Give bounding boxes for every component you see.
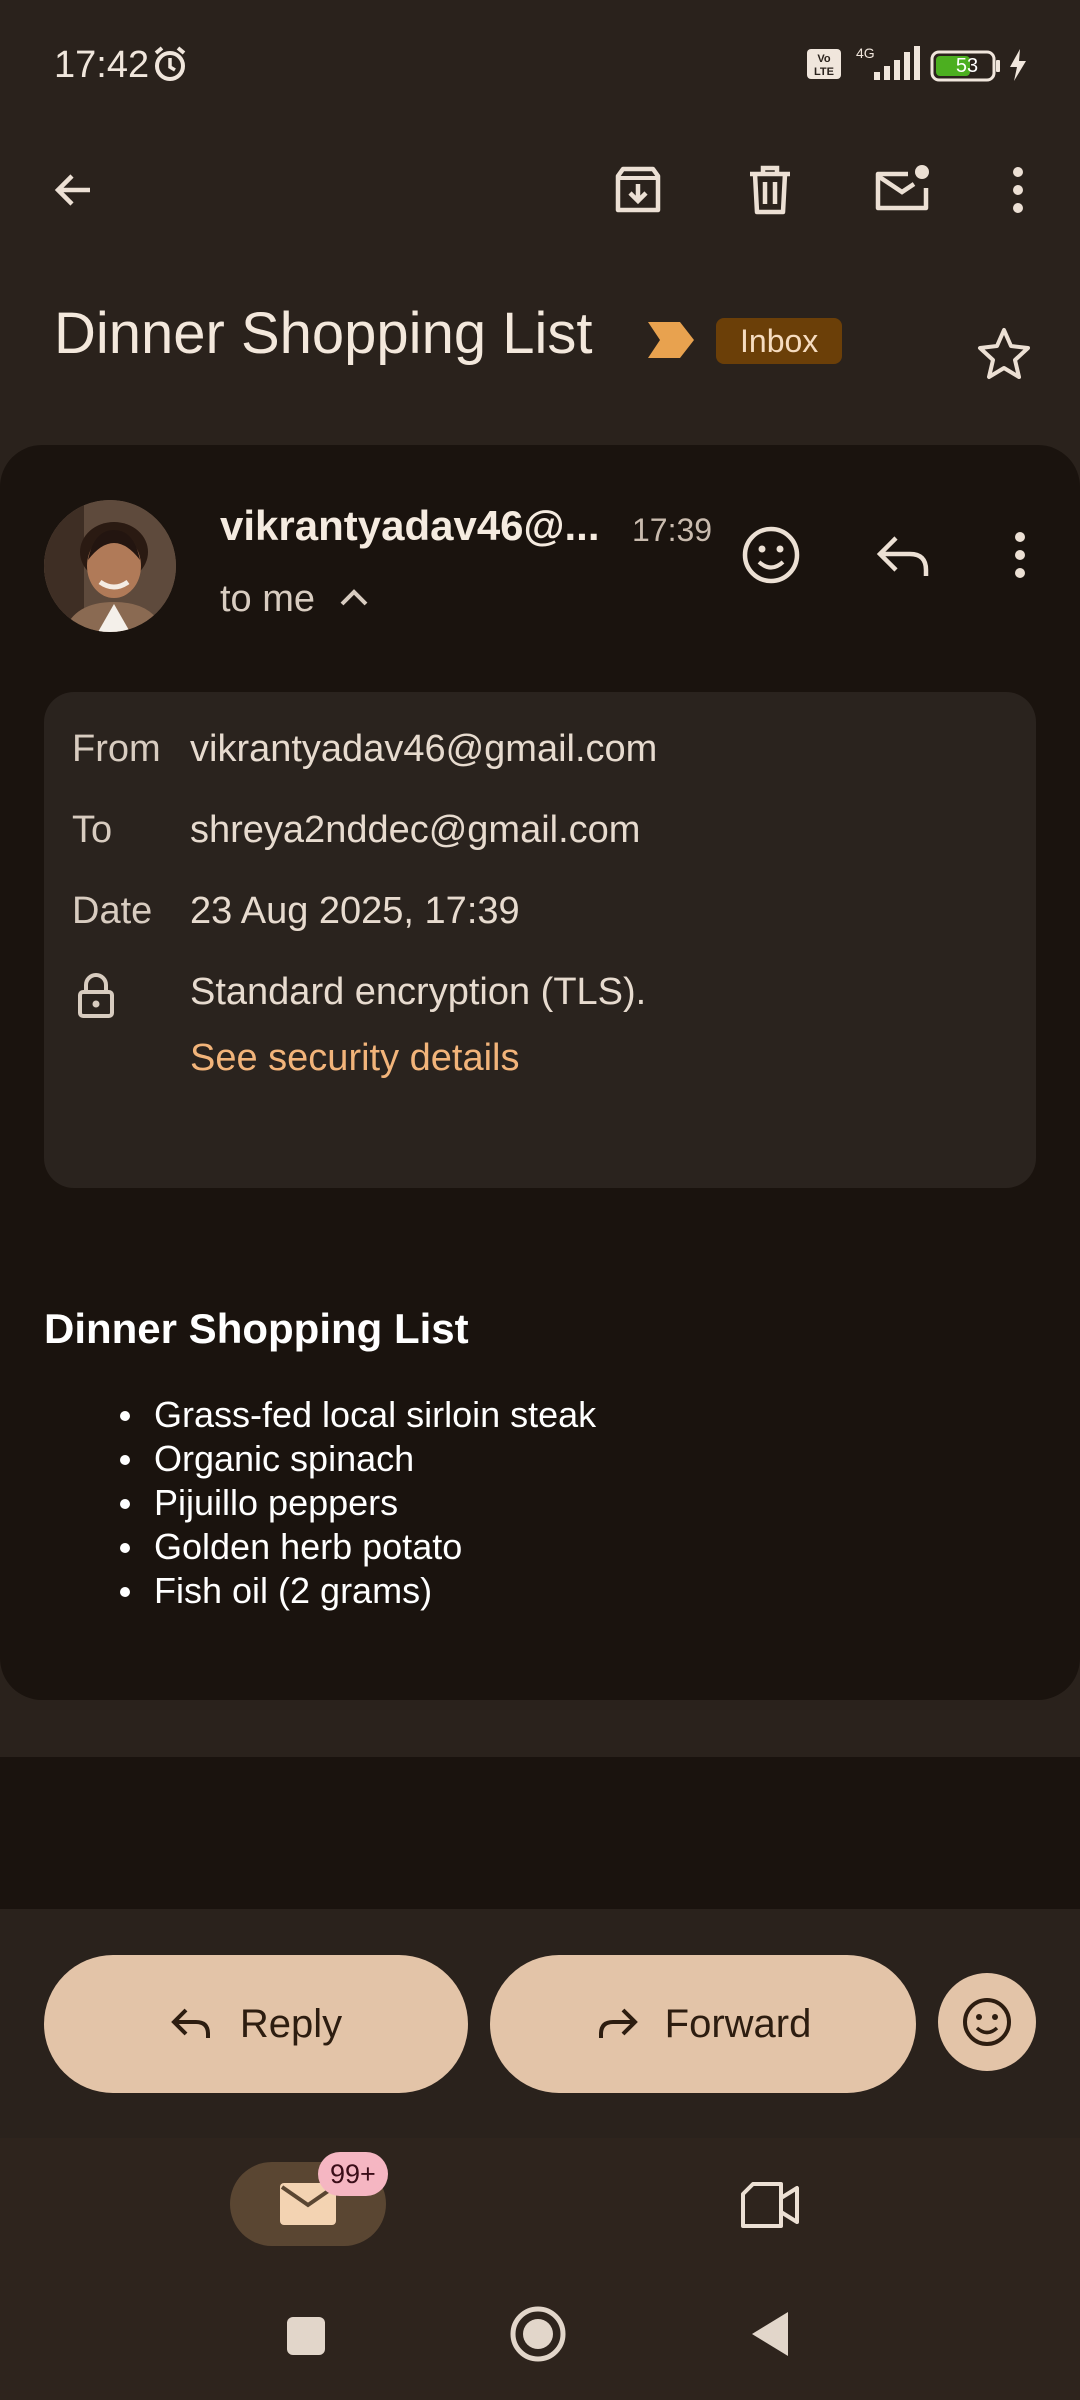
from-value[interactable]: vikrantyadav46@gmail.com: [190, 728, 657, 771]
sender-avatar[interactable]: [44, 500, 176, 632]
charging-icon: [1008, 48, 1028, 82]
triangle-back-icon: [752, 2312, 788, 2356]
star-icon: [978, 328, 1030, 379]
security-details-link[interactable]: See security details: [190, 1037, 520, 1080]
to-value[interactable]: shreya2nddec@gmail.com: [190, 809, 640, 852]
lock-icon: [76, 972, 116, 1018]
square-icon: [287, 2317, 325, 2355]
more-vert-icon: [1013, 167, 1023, 213]
svg-text:Vo: Vo: [817, 53, 831, 65]
forward-button[interactable]: Forward: [490, 1955, 916, 2093]
reply-icon-button[interactable]: [862, 510, 948, 600]
forward-icon: [598, 2008, 638, 2038]
message-more-button[interactable]: [976, 510, 1040, 600]
shopping-list: Grass-fed local sirloin steak Organic sp…: [120, 1393, 596, 1613]
from-label: From: [72, 728, 161, 770]
list-item: Fish oil (2 grams): [120, 1569, 596, 1613]
add-reaction-button[interactable]: [728, 510, 814, 600]
back-button[interactable]: [30, 146, 118, 234]
email-subject: Dinner Shopping List: [54, 301, 593, 366]
back-arrow-icon: [54, 174, 90, 206]
archive-icon: [615, 166, 661, 213]
more-options-button[interactable]: [974, 146, 1062, 234]
forward-button-label: Forward: [664, 2001, 812, 2046]
svg-text:LTE: LTE: [814, 66, 834, 78]
meet-tab[interactable]: [730, 2172, 810, 2238]
list-item: Grass-fed local sirloin steak: [120, 1393, 596, 1437]
video-camera-icon: [741, 2182, 799, 2228]
home-circle-icon: [510, 2306, 566, 2362]
reply-icon: [171, 2008, 210, 2038]
trash-icon: [750, 165, 790, 215]
list-item: Golden herb potato: [120, 1525, 596, 1569]
importance-marker-icon[interactable]: [646, 320, 696, 360]
star-button[interactable]: [976, 326, 1032, 382]
unread-count-badge: 99+: [318, 2152, 388, 2196]
volte-icon: Vo LTE: [806, 48, 842, 80]
reply-icon: [876, 536, 929, 576]
archive-button[interactable]: [594, 146, 682, 234]
date-value: 23 Aug 2025, 17:39: [190, 890, 520, 932]
list-item: Pijuillo peppers: [120, 1481, 596, 1525]
battery-level: 53: [955, 55, 979, 77]
sender-name[interactable]: vikrantyadav46@...: [220, 502, 600, 550]
signal-strength-icon: 4G: [852, 44, 922, 82]
thread-spacer: [0, 1757, 1080, 1909]
recents-nav-button[interactable]: [286, 2316, 326, 2356]
mark-unread-icon: [875, 165, 929, 211]
reply-button[interactable]: Reply: [44, 1955, 468, 2093]
encryption-status: Standard encryption (TLS).: [190, 971, 647, 1013]
more-vert-icon: [1015, 532, 1025, 578]
network-type-label: 4G: [856, 45, 875, 61]
emoji-icon: [963, 1998, 1011, 2046]
reply-button-label: Reply: [239, 2001, 343, 2046]
list-item: Organic spinach: [120, 1437, 596, 1481]
status-time: 17:42: [54, 44, 150, 86]
date-label: Date: [72, 890, 153, 932]
back-nav-button[interactable]: [750, 2310, 790, 2358]
to-label: To: [72, 809, 113, 851]
alarm-icon: [150, 44, 190, 84]
mark-unread-button[interactable]: [858, 146, 946, 234]
emoji-icon: [742, 526, 800, 584]
inbox-label-chip[interactable]: Inbox: [716, 318, 843, 364]
emoji-reaction-button[interactable]: [938, 1973, 1036, 2071]
home-nav-button[interactable]: [508, 2304, 568, 2364]
recipient-summary[interactable]: to me: [220, 578, 315, 621]
chevron-up-icon[interactable]: [338, 586, 370, 610]
body-heading: Dinner Shopping List: [44, 1305, 469, 1352]
sent-time: 17:39: [632, 512, 713, 548]
delete-button[interactable]: [726, 146, 814, 234]
